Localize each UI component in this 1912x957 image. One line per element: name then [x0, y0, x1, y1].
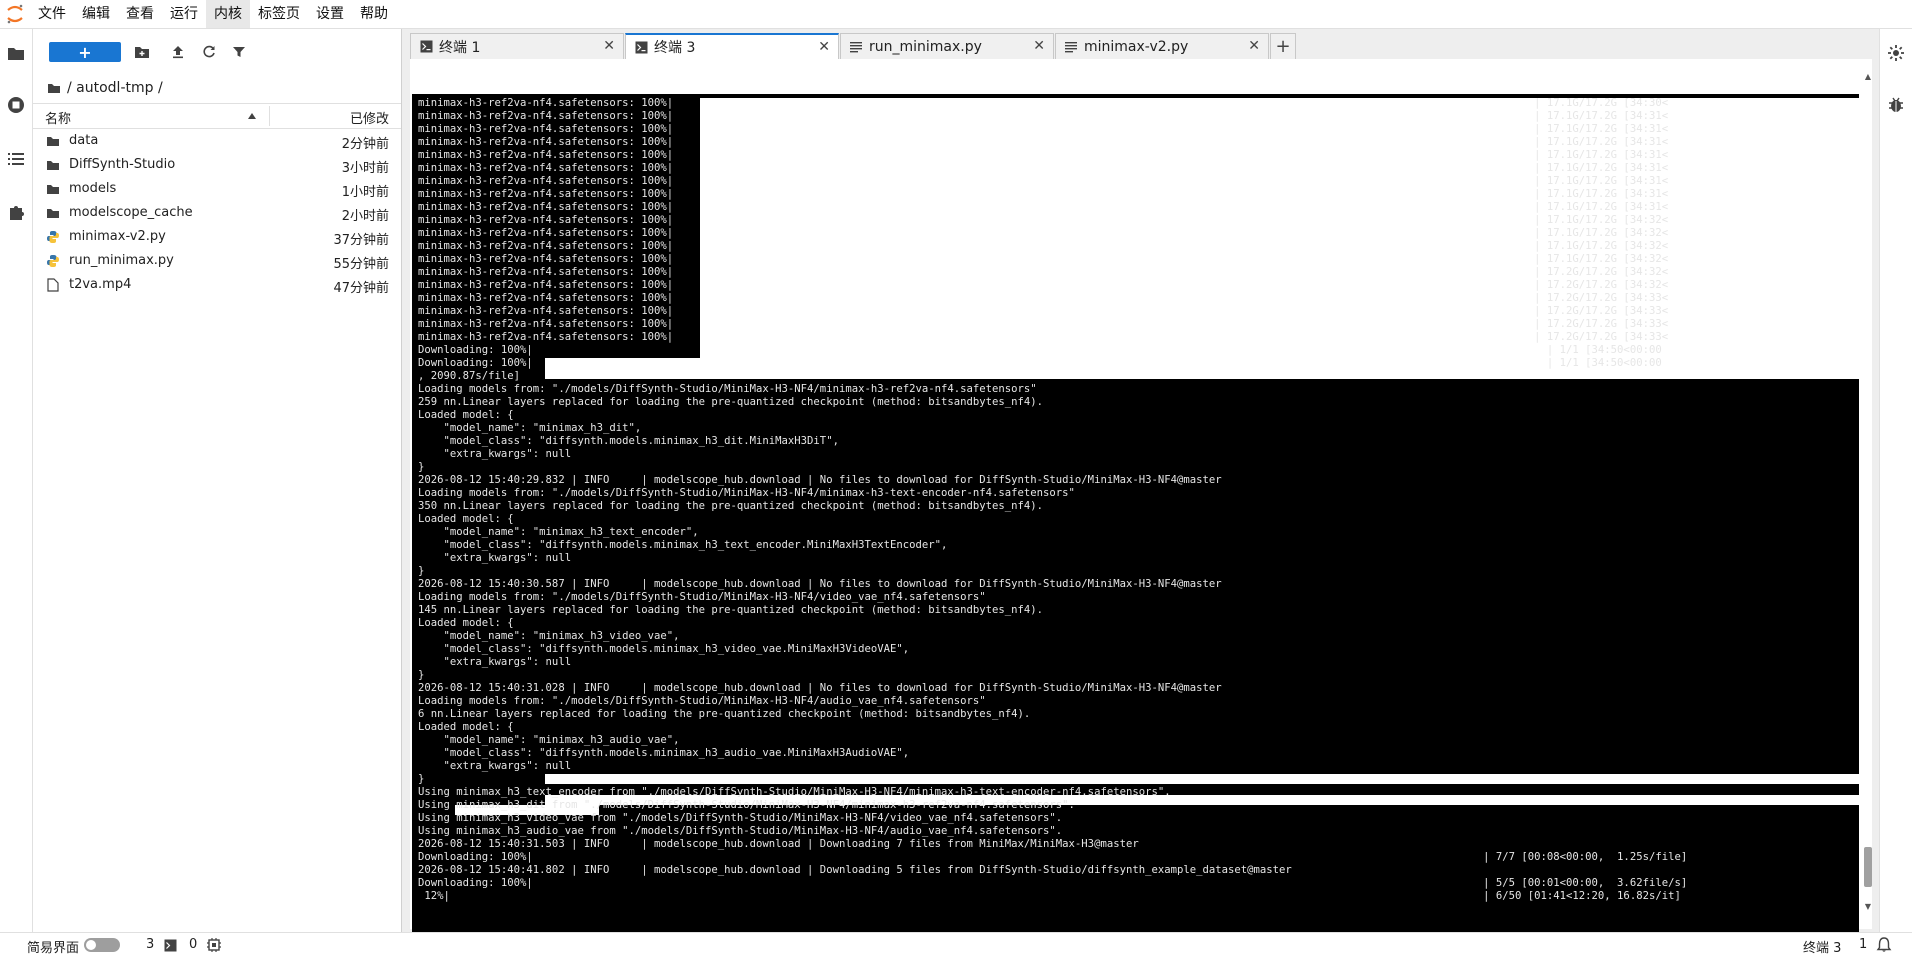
notification-count[interactable]: 1 — [1859, 937, 1867, 952]
file-browser: + / autodl-tmp / 名称 已修改 data 2分钟前 DiffSynt… — [33, 29, 402, 932]
file-modified: 47分钟前 — [333, 281, 389, 296]
file-modified: 1小时前 — [341, 185, 389, 200]
file-modified: 55分钟前 — [333, 257, 389, 272]
file-row[interactable]: t2va.mp4 47分钟前 — [33, 273, 401, 297]
file-list-header: 名称 已修改 — [33, 103, 401, 129]
tab-bar: 终端 1 ✕ 终端 3 ✕ run_minimax.py ✕ minimax-v… — [410, 33, 1296, 59]
add-tab-button[interactable]: + — [1270, 33, 1296, 59]
breadcrumb: / autodl-tmp / — [47, 76, 163, 100]
terminal-count[interactable]: 0 — [189, 937, 197, 952]
folder-icon — [45, 133, 61, 149]
terminal-output[interactable]: minimax-h3-ref2va-nf4.safetensors: 100%|… — [412, 94, 1859, 938]
tab-run-minimax-py[interactable]: run_minimax.py ✕ — [840, 33, 1054, 59]
refresh-icon[interactable] — [198, 42, 220, 62]
menu-help[interactable]: 帮助 — [352, 0, 396, 28]
file-name: DiffSynth-Studio — [69, 157, 176, 172]
python-file-icon — [45, 253, 61, 269]
file-name: t2va.mp4 — [69, 277, 132, 292]
active-panel-label[interactable]: 终端 3 — [1803, 937, 1841, 956]
tab-label: run_minimax.py — [869, 38, 982, 55]
file-name: models — [69, 181, 117, 196]
file-name: data — [69, 133, 99, 148]
file-row[interactable]: models 1小时前 — [33, 177, 401, 201]
file-name: run_minimax.py — [69, 253, 174, 268]
filter-icon[interactable] — [228, 42, 250, 62]
jupyter-logo-icon — [0, 0, 30, 28]
breadcrumb-path[interactable]: / autodl-tmp / — [67, 80, 163, 96]
menu-run[interactable]: 运行 — [162, 0, 206, 28]
tab-terminal-3[interactable]: 终端 3 ✕ — [625, 33, 839, 59]
tab-label: 终端 3 — [654, 40, 696, 56]
table-of-contents-icon[interactable] — [4, 147, 28, 171]
right-sidebar — [1879, 29, 1912, 932]
menu-settings[interactable]: 设置 — [308, 0, 352, 28]
new-folder-icon[interactable] — [131, 42, 153, 62]
scrollbar-thumb[interactable] — [1864, 847, 1872, 887]
close-icon[interactable]: ✕ — [1033, 38, 1045, 54]
menu-file[interactable]: 文件 — [30, 0, 74, 28]
scroll-down-icon[interactable]: ▼ — [1862, 902, 1874, 912]
terminal-icon — [419, 40, 433, 54]
new-launcher-button[interactable]: + — [49, 42, 121, 62]
tab-minimax-v2-py[interactable]: minimax-v2.py ✕ — [1055, 33, 1269, 59]
folder-icon[interactable] — [4, 41, 28, 65]
file-modified: 37分钟前 — [333, 233, 389, 248]
menu-edit[interactable]: 编辑 — [74, 0, 118, 28]
kernel-count[interactable]: 3 — [146, 937, 154, 952]
terminal-text: minimax-h3-ref2va-nf4.safetensors: 100%|… — [418, 97, 1688, 902]
folder-icon — [45, 181, 61, 197]
main-area: 终端 1 ✕ 终端 3 ✕ run_minimax.py ✕ minimax-v… — [402, 29, 1879, 938]
file-row[interactable]: DiffSynth-Studio 3小时前 — [33, 153, 401, 177]
close-icon[interactable]: ✕ — [818, 39, 830, 55]
file-name: minimax-v2.py — [69, 229, 166, 244]
file-row[interactable]: data 2分钟前 — [33, 129, 401, 153]
file-row[interactable]: modelscope_cache 2小时前 — [33, 201, 401, 225]
file-modified: 3小时前 — [341, 161, 389, 176]
simple-mode-label: 简易界面 — [27, 941, 80, 956]
menu-view[interactable]: 查看 — [118, 0, 162, 28]
terminal-icon — [634, 40, 648, 54]
folder-icon — [45, 157, 61, 173]
text-file-icon — [1064, 40, 1078, 54]
file-browser-toolbar: + — [33, 29, 401, 75]
menubar: 文件 编辑 查看 运行 内核 标签页 设置 帮助 — [0, 0, 1912, 29]
upload-icon[interactable] — [167, 42, 189, 62]
tab-label: 终端 1 — [439, 39, 481, 56]
tab-terminal-1[interactable]: 终端 1 ✕ — [410, 33, 624, 59]
file-row[interactable]: minimax-v2.py 37分钟前 — [33, 225, 401, 249]
folder-icon — [45, 205, 61, 221]
file-icon — [45, 277, 61, 293]
column-divider[interactable] — [269, 106, 270, 126]
status-bar: 简易界面 3 0 终端 3 1 — [0, 932, 1912, 957]
python-file-icon — [45, 229, 61, 245]
extensions-icon[interactable] — [4, 200, 28, 224]
breadcrumb-folder-icon[interactable] — [47, 82, 61, 94]
file-modified: 2小时前 — [341, 209, 389, 224]
left-sidebar — [0, 29, 33, 932]
file-name: modelscope_cache — [69, 205, 193, 220]
running-kernels-icon[interactable] — [4, 93, 28, 117]
text-file-icon — [849, 40, 863, 54]
menu-kernel[interactable]: 内核 — [206, 0, 250, 28]
simple-mode-toggle[interactable] — [84, 938, 120, 952]
bell-icon[interactable] — [1876, 937, 1892, 957]
menu-tabs[interactable]: 标签页 — [250, 0, 308, 28]
terminal-scrollbar[interactable]: ▲ ▼ — [1862, 72, 1874, 912]
debugger-icon[interactable] — [1884, 93, 1908, 117]
tab-label: minimax-v2.py — [1084, 38, 1189, 55]
terminal-status-icon — [164, 939, 177, 956]
terminal-panel: minimax-h3-ref2va-nf4.safetensors: 100%|… — [410, 59, 1872, 938]
scroll-up-icon[interactable]: ▲ — [1862, 72, 1874, 82]
column-modified-header[interactable]: 已修改 — [350, 108, 389, 127]
file-row[interactable]: run_minimax.py 55分钟前 — [33, 249, 401, 273]
file-modified: 2分钟前 — [341, 137, 389, 152]
column-name-header[interactable]: 名称 — [45, 108, 71, 127]
sort-ascending-icon[interactable] — [247, 109, 257, 124]
cpu-icon — [207, 938, 221, 956]
property-inspector-icon[interactable] — [1884, 41, 1908, 65]
close-icon[interactable]: ✕ — [603, 38, 615, 54]
close-icon[interactable]: ✕ — [1248, 38, 1260, 54]
